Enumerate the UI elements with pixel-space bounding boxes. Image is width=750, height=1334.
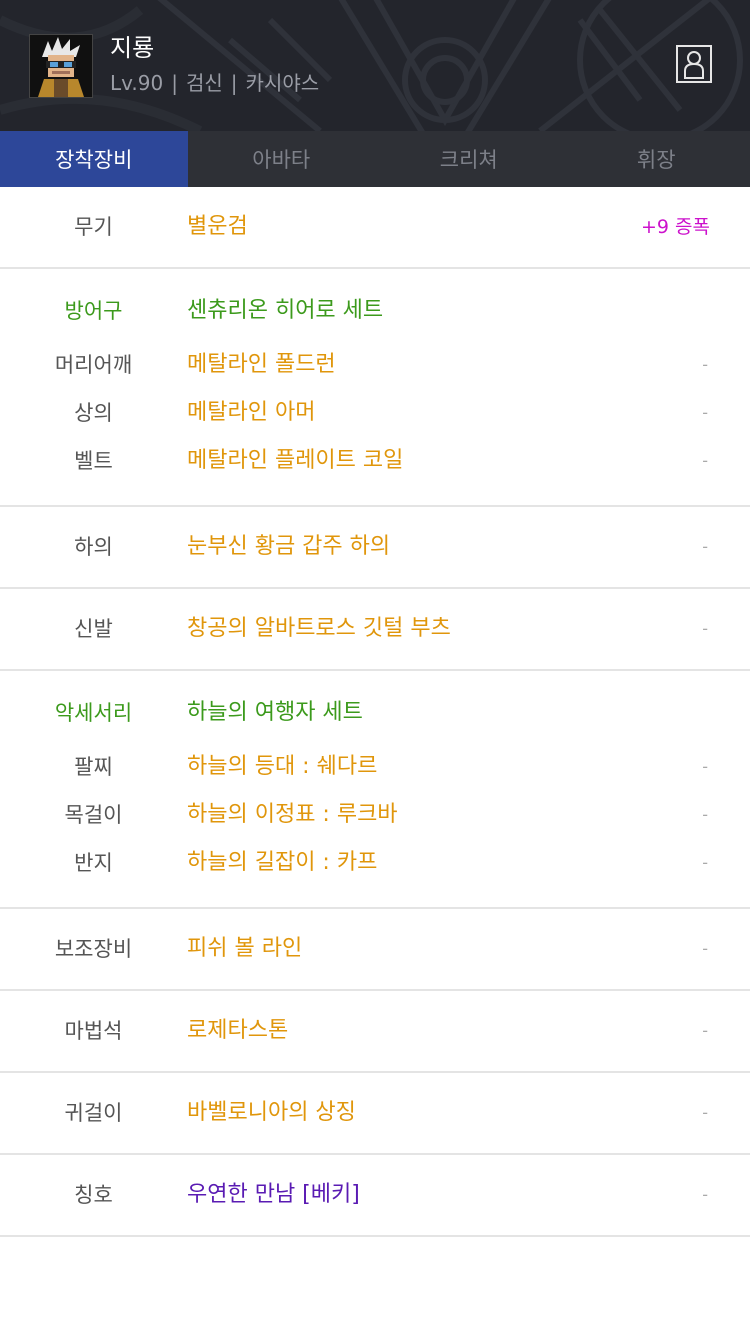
item-name: 하늘의 등대 : 쉐다르 — [187, 754, 378, 779]
slot-label: 벨트 — [74, 449, 113, 473]
equipment-row-title[interactable]: 칭호 우연한 만남 [베키] - — [0, 1177, 750, 1213]
slot-label: 칭호 — [74, 1183, 113, 1207]
equipment-row-earring[interactable]: 귀걸이 바벨로니아의 상징 - — [0, 1095, 750, 1131]
equipment-row-bracelet[interactable]: 팔찌 하늘의 등대 : 쉐다르 - — [0, 749, 750, 785]
set-header-row[interactable]: 악세서리 하늘의 여행자 세트 — [0, 695, 750, 731]
item-extra: - — [702, 355, 708, 374]
profile-button[interactable] — [676, 45, 712, 83]
item-name: 메탈라인 폴드런 — [187, 352, 336, 377]
equipment-row-ring[interactable]: 반지 하늘의 길잡이 : 카프 - — [0, 845, 750, 881]
slot-label: 하의 — [74, 535, 113, 559]
character-header: 지룡 Lv.90 | 검신 | 카시야스 — [0, 0, 750, 131]
equipment-tabs: 장착장비 아바타 크리쳐 휘장 — [0, 131, 750, 187]
item-name: 우연한 만남 [베키] — [187, 1182, 360, 1207]
accessory-set-group: 악세서리 하늘의 여행자 세트 팔찌 하늘의 등대 : 쉐다르 - 목걸이 하늘… — [0, 671, 750, 909]
item-name: 눈부신 황금 갑주 하의 — [187, 534, 391, 559]
equipment-list: 무기 별운검 +9 증폭 방어구 센츄리온 히어로 세트 머리어깨 메탈라인 폴… — [0, 187, 750, 1237]
equipment-row-magic-stone[interactable]: 마법석 로제타스톤 - — [0, 1013, 750, 1049]
magic-stone-group: 마법석 로제타스톤 - — [0, 991, 750, 1073]
item-extra: - — [702, 619, 708, 638]
armor-set-group: 방어구 센츄리온 히어로 세트 머리어깨 메탈라인 폴드런 - 상의 메탈라인 … — [0, 269, 750, 507]
slot-label: 상의 — [74, 401, 113, 425]
item-extra: - — [702, 1021, 708, 1040]
equipment-row-top[interactable]: 상의 메탈라인 아머 - — [0, 395, 750, 431]
item-name: 피쉬 볼 라인 — [187, 936, 303, 961]
equipment-row-bottom[interactable]: 하의 눈부신 황금 갑주 하의 - — [0, 529, 750, 565]
item-extra: - — [702, 537, 708, 556]
item-extra: - — [702, 1185, 708, 1204]
slot-label: 팔찌 — [74, 755, 113, 779]
item-name: 메탈라인 플레이트 코일 — [187, 448, 404, 473]
set-name: 센츄리온 히어로 세트 — [187, 298, 384, 323]
slot-label: 머리어깨 — [54, 353, 133, 377]
item-extra: - — [702, 805, 708, 824]
slot-label: 무기 — [74, 215, 113, 239]
tab-avatar[interactable]: 아바타 — [188, 131, 376, 187]
character-job: 검신 — [185, 71, 223, 95]
set-name: 하늘의 여행자 세트 — [187, 700, 363, 725]
equipment-row-belt[interactable]: 벨트 메탈라인 플레이트 코일 - — [0, 443, 750, 479]
slot-label: 보조장비 — [54, 937, 133, 961]
item-extra: - — [702, 757, 708, 776]
equipment-row-shoulder[interactable]: 머리어깨 메탈라인 폴드런 - — [0, 347, 750, 383]
support-group: 보조장비 피쉬 볼 라인 - — [0, 909, 750, 991]
item-name: 창공의 알바트로스 깃털 부츠 — [187, 616, 451, 641]
info-separator: | — [230, 71, 238, 95]
tab-creature[interactable]: 크리쳐 — [375, 131, 563, 187]
item-name: 메탈라인 아머 — [187, 400, 316, 425]
slot-label: 방어구 — [64, 299, 123, 323]
character-server: 카시야스 — [245, 71, 320, 95]
earring-group: 귀걸이 바벨로니아의 상징 - — [0, 1073, 750, 1155]
item-extra: - — [702, 1103, 708, 1122]
title-group: 칭호 우연한 만남 [베키] - — [0, 1155, 750, 1237]
slot-label: 마법석 — [64, 1019, 123, 1043]
enhance-status: +9 증폭 — [640, 216, 710, 238]
item-name: 하늘의 길잡이 : 카프 — [187, 850, 378, 875]
profile-person-icon — [684, 51, 704, 79]
equipment-row-necklace[interactable]: 목걸이 하늘의 이정표 : 루크바 - — [0, 797, 750, 833]
equipment-row-shoes[interactable]: 신발 창공의 알바트로스 깃털 부츠 - — [0, 611, 750, 647]
shoes-group: 신발 창공의 알바트로스 깃털 부츠 - — [0, 589, 750, 671]
item-name: 바벨로니아의 상징 — [187, 1100, 356, 1125]
slot-label: 귀걸이 — [64, 1101, 123, 1125]
item-extra: - — [702, 853, 708, 872]
slot-label: 목걸이 — [64, 803, 123, 827]
equipment-row-weapon[interactable]: 무기 별운검 +9 증폭 — [0, 209, 750, 245]
bottom-group: 하의 눈부신 황금 갑주 하의 - — [0, 507, 750, 589]
header-background-pattern — [0, 0, 743, 131]
character-info: Lv.90 | 검신 | 카시야스 — [110, 70, 319, 96]
item-name: 하늘의 이정표 : 루크바 — [187, 802, 398, 827]
item-name: 별운검 — [187, 214, 248, 239]
item-extra: - — [702, 403, 708, 422]
set-header-row[interactable]: 방어구 센츄리온 히어로 세트 — [0, 293, 750, 329]
slot-label: 신발 — [74, 617, 113, 641]
equipment-row-support[interactable]: 보조장비 피쉬 볼 라인 - — [0, 931, 750, 967]
weapon-group: 무기 별운검 +9 증폭 — [0, 187, 750, 269]
character-avatar-icon — [29, 34, 93, 98]
item-extra: - — [702, 939, 708, 958]
slot-label: 악세서리 — [54, 701, 133, 725]
item-name: 로제타스톤 — [187, 1018, 289, 1043]
character-name: 지룡 — [110, 34, 155, 62]
tab-equipped[interactable]: 장착장비 — [0, 131, 188, 187]
tab-emblem[interactable]: 휘장 — [563, 131, 750, 187]
item-extra: - — [702, 451, 708, 470]
character-level: Lv.90 — [110, 71, 164, 95]
info-separator: | — [171, 71, 178, 95]
slot-label: 반지 — [74, 851, 113, 875]
